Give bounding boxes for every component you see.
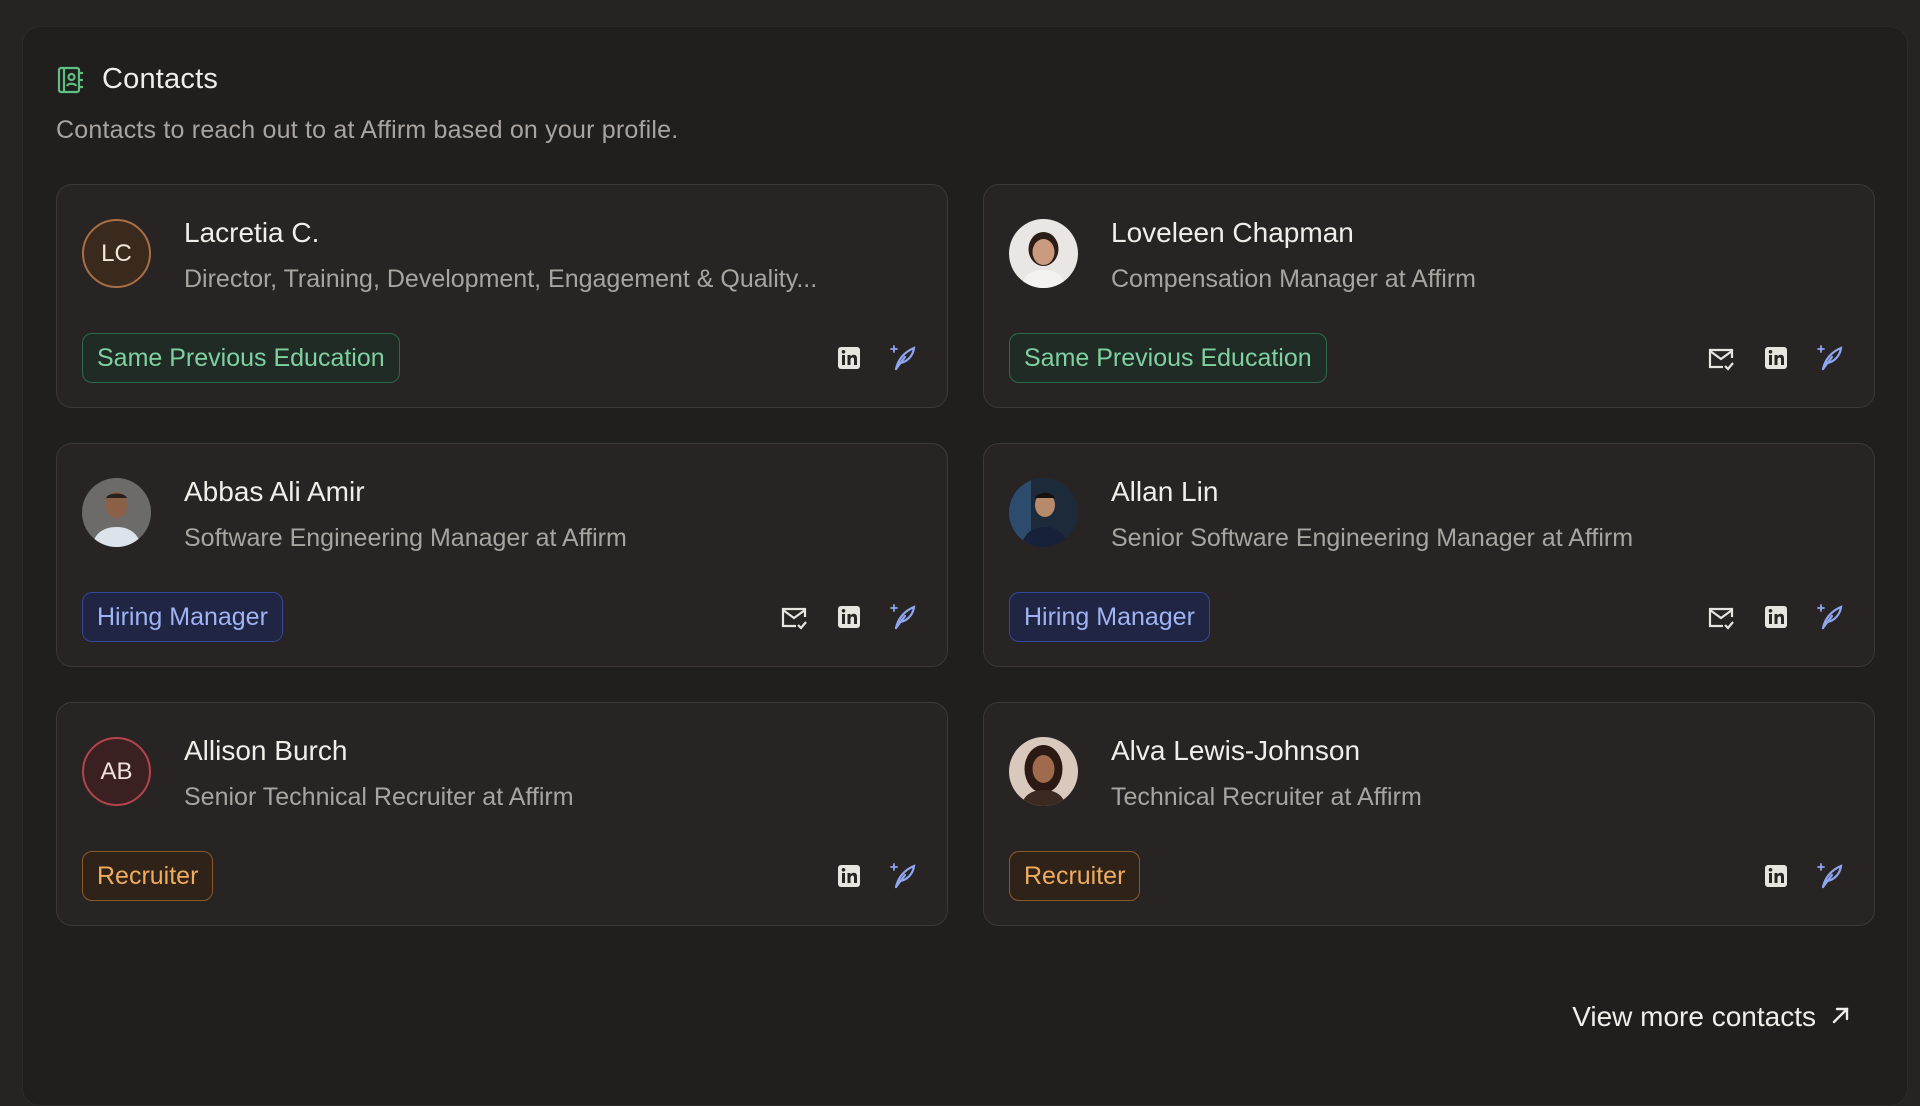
contact-actions: [1761, 861, 1846, 891]
contact-role: Compensation Manager at Affirm: [1111, 265, 1477, 293]
match-tag: Recruiter: [1009, 851, 1141, 901]
ai-quill-icon[interactable]: [1816, 602, 1846, 632]
contact-name[interactable]: Allan Lin: [1111, 476, 1218, 508]
linkedin-icon[interactable]: [1761, 602, 1791, 632]
avatar: [1009, 219, 1078, 288]
contact-book-icon: [56, 65, 86, 95]
contact-card[interactable]: Loveleen Chapman Compensation Manager at…: [983, 184, 1875, 408]
match-tag: Hiring Manager: [1009, 592, 1210, 642]
email-icon[interactable]: [1706, 343, 1736, 373]
contact-name[interactable]: Lacretia C.: [184, 217, 319, 249]
match-tag: Same Previous Education: [82, 333, 400, 383]
page-title: Contacts: [102, 63, 219, 95]
linkedin-icon[interactable]: [1761, 861, 1791, 891]
contact-role: Director, Training, Development, Engagem…: [184, 265, 818, 293]
contact-role: Senior Technical Recruiter at Affirm: [184, 783, 574, 811]
avatar: [1009, 478, 1078, 547]
contacts-panel: Contacts Contacts to reach out to at Aff…: [22, 26, 1908, 1106]
contacts-grid: LC Lacretia C. Director, Training, Devel…: [56, 184, 1876, 926]
contact-actions: [1706, 343, 1846, 373]
email-icon[interactable]: [1706, 602, 1736, 632]
contact-actions: [779, 602, 919, 632]
contact-name[interactable]: Abbas Ali Amir: [184, 476, 365, 508]
avatar: AB: [82, 737, 151, 806]
ai-quill-icon[interactable]: [1816, 861, 1846, 891]
avatar-initials: LC: [101, 239, 132, 267]
avatar-initials: AB: [100, 757, 133, 785]
contact-actions: [834, 861, 919, 891]
avatar: LC: [82, 219, 151, 288]
avatar: [1009, 737, 1078, 806]
contact-card[interactable]: Alva Lewis-Johnson Technical Recruiter a…: [983, 702, 1875, 926]
ai-quill-icon[interactable]: [1816, 343, 1846, 373]
ai-quill-icon[interactable]: [889, 861, 919, 891]
linkedin-icon[interactable]: [1761, 343, 1791, 373]
view-more-contacts-link[interactable]: View more contacts: [1572, 1001, 1852, 1033]
linkedin-icon[interactable]: [834, 861, 864, 891]
match-tag: Hiring Manager: [82, 592, 283, 642]
email-icon[interactable]: [779, 602, 809, 632]
contact-actions: [1706, 602, 1846, 632]
ai-quill-icon[interactable]: [889, 343, 919, 373]
contacts-header: Contacts Contacts to reach out to at Aff…: [56, 63, 678, 145]
match-tag: Recruiter: [82, 851, 214, 901]
ai-quill-icon[interactable]: [889, 602, 919, 632]
match-tag: Same Previous Education: [1009, 333, 1327, 383]
contact-card[interactable]: Allan Lin Senior Software Engineering Ma…: [983, 443, 1875, 667]
contact-role: Senior Software Engineering Manager at A…: [1111, 524, 1634, 552]
contact-name[interactable]: Loveleen Chapman: [1111, 217, 1354, 249]
page-subtitle: Contacts to reach out to at Affirm based…: [56, 116, 679, 144]
contact-name[interactable]: Alva Lewis-Johnson: [1111, 735, 1360, 767]
contact-card[interactable]: AB Allison Burch Senior Technical Recrui…: [56, 702, 948, 926]
linkedin-icon[interactable]: [834, 602, 864, 632]
avatar: [82, 478, 151, 547]
contact-role: Software Engineering Manager at Affirm: [184, 524, 627, 552]
arrow-up-right-icon: [1830, 1001, 1852, 1033]
contact-card[interactable]: LC Lacretia C. Director, Training, Devel…: [56, 184, 948, 408]
contact-card[interactable]: Abbas Ali Amir Software Engineering Mana…: [56, 443, 948, 667]
view-more-label: View more contacts: [1572, 1001, 1816, 1032]
linkedin-icon[interactable]: [834, 343, 864, 373]
contact-actions: [834, 343, 919, 373]
contact-role: Technical Recruiter at Affirm: [1111, 783, 1422, 811]
contact-name[interactable]: Allison Burch: [184, 735, 347, 767]
